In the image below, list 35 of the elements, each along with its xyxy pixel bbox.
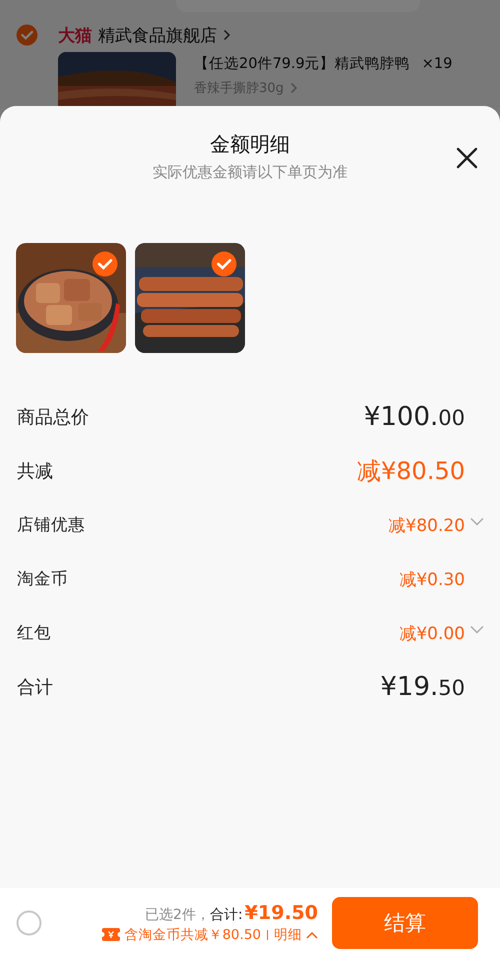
coin-discount: 含淘金币共减￥80.50 — [124, 926, 261, 944]
row-label: 店铺优惠 — [17, 514, 86, 536]
amount: ¥19.50 — [380, 672, 465, 702]
product-title: 【任选20件79.9元】精武鸭脖鸭 — [194, 55, 410, 73]
chevron-down-icon[interactable] — [470, 624, 484, 634]
checkout-button[interactable]: 结算 — [332, 896, 478, 948]
checkbox[interactable] — [16, 24, 38, 46]
detail-toggle[interactable]: 明细 — [274, 926, 318, 944]
chevron-up-icon — [306, 930, 318, 938]
store-name[interactable]: 精武食品旗舰店 — [98, 24, 217, 46]
row-label: 商品总价 — [17, 406, 90, 429]
amount: ¥100.00 — [364, 402, 465, 432]
amount: 减¥80.20 — [388, 514, 465, 536]
close-icon[interactable] — [456, 147, 478, 169]
sheet-title: 金额明细 — [209, 131, 291, 158]
row-label: 合计 — [17, 676, 54, 699]
total-label: 合计: — [210, 906, 243, 924]
chevron-right-icon — [223, 29, 231, 41]
checkbox[interactable] — [211, 251, 237, 277]
amount: 减¥0.00 — [399, 622, 465, 644]
row-label: 共减 — [17, 460, 54, 483]
select-all-radio[interactable] — [16, 910, 42, 936]
row-label: 淘金币 — [17, 568, 69, 590]
quantity: ×19 — [422, 56, 452, 72]
chevron-down-icon[interactable] — [470, 516, 484, 526]
chevron-right-icon — [290, 82, 298, 94]
coupon-icon — [102, 928, 120, 941]
total-price: ¥19.50 — [244, 902, 318, 924]
checkbox[interactable] — [92, 251, 118, 277]
selected-count: 已选2件， — [145, 906, 210, 924]
brand-label: 大猫 — [58, 24, 92, 46]
row-label: 红包 — [17, 622, 52, 644]
amount: 减¥0.30 — [399, 568, 465, 590]
sheet-subtitle: 实际优惠金额请以下单页为准 — [152, 162, 348, 182]
amount: 减¥80.50 — [357, 456, 465, 487]
